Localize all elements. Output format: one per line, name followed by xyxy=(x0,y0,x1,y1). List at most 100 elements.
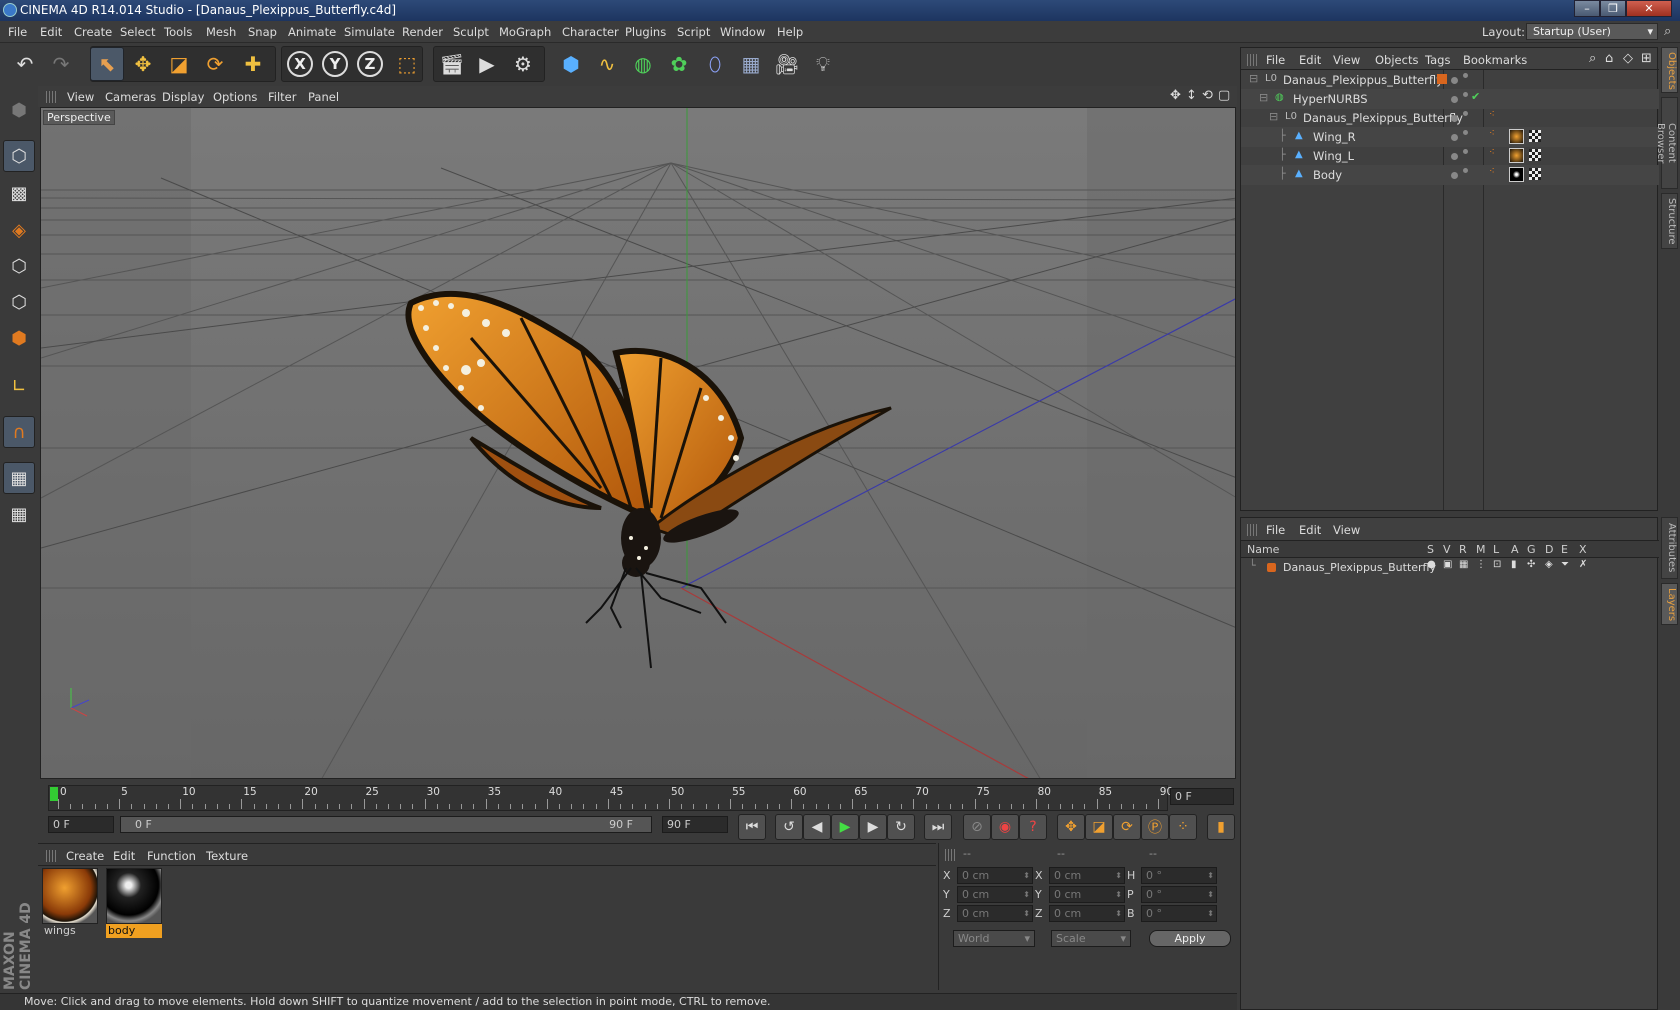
minimize-button[interactable]: – xyxy=(1574,0,1600,17)
generators-toggle-icon[interactable]: ✣ xyxy=(1527,559,1535,570)
column-v[interactable]: V xyxy=(1443,543,1451,556)
viewport-menu-display[interactable]: Display xyxy=(162,90,204,104)
column-a[interactable]: A xyxy=(1511,543,1519,556)
object-row[interactable]: ⊟ L0 Danaus_Plexippus_Butterfly ⁖ xyxy=(1241,108,1659,128)
material-tag-icon[interactable] xyxy=(1509,148,1524,163)
key-position-button[interactable]: ✥ xyxy=(1057,814,1085,840)
layer-menu-file[interactable]: File xyxy=(1266,523,1285,537)
coordinate-system-select[interactable]: World ▾ xyxy=(953,930,1035,947)
move-tool-button[interactable]: ✥ xyxy=(126,47,160,81)
menu-render[interactable]: Render xyxy=(402,25,443,39)
preview-end-field[interactable]: 90 F xyxy=(662,816,728,833)
stepper-icon[interactable]: ⬍ xyxy=(1023,887,1030,902)
key-scale-button[interactable]: ◪ xyxy=(1085,814,1113,840)
model-mode-button[interactable]: ⬡ xyxy=(3,140,35,172)
stepper-icon[interactable]: ⬍ xyxy=(1115,887,1122,902)
column-e[interactable]: E xyxy=(1561,543,1568,556)
material-tag-icon[interactable] xyxy=(1509,167,1524,182)
render-visibility-dot[interactable] xyxy=(1463,149,1468,154)
size-field[interactable]: 0 cm ⬍ xyxy=(1049,867,1125,884)
points-mode-button[interactable]: ⬡ xyxy=(3,250,35,282)
viewport-perspective[interactable]: Perspective xyxy=(40,107,1236,779)
planar-workplane-button[interactable]: ▦ xyxy=(3,498,35,530)
polygons-mode-button[interactable]: ⬢ xyxy=(3,322,35,354)
solo-toggle-icon[interactable]: ● xyxy=(1427,559,1436,570)
layer-tag-icon[interactable]: ⁖ xyxy=(1489,128,1495,139)
object-row[interactable]: ├ ▲ Body ⁖ xyxy=(1241,165,1659,185)
viewport-menu-cameras[interactable]: Cameras xyxy=(105,90,156,104)
material-menu-create[interactable]: Create xyxy=(66,849,104,863)
live-selection-button[interactable]: ⬉ xyxy=(90,47,124,81)
previous-key-button[interactable]: ↺ xyxy=(775,814,803,840)
redo-button[interactable]: ↷ xyxy=(44,47,78,81)
layer-tag-icon[interactable]: ⁖ xyxy=(1489,109,1495,120)
make-editable-button[interactable]: ⬢ xyxy=(3,94,35,126)
array-button[interactable]: ✿ xyxy=(662,47,696,81)
layer-tag-icon[interactable]: ⁖ xyxy=(1489,147,1495,158)
material-body[interactable]: body xyxy=(106,868,162,940)
key-rotation-button[interactable]: ⟳ xyxy=(1113,814,1141,840)
playhead[interactable] xyxy=(50,787,58,801)
key-pla-button[interactable]: ⁘ xyxy=(1169,814,1197,840)
move-view-icon[interactable]: ✥ xyxy=(1170,88,1181,103)
menu-select[interactable]: Select xyxy=(120,25,155,39)
material-menu-edit[interactable]: Edit xyxy=(113,849,135,863)
rotation-field[interactable]: 0 ° ⬍ xyxy=(1141,905,1217,922)
uvw-tag-icon[interactable] xyxy=(1529,149,1541,161)
menu-snap[interactable]: Snap xyxy=(248,25,277,39)
enabled-check-icon[interactable]: ✔ xyxy=(1471,90,1480,103)
axis-mode-button[interactable]: ∟ xyxy=(3,370,35,402)
uvw-tag-icon[interactable] xyxy=(1529,130,1541,142)
layer-menu-edit[interactable]: Edit xyxy=(1299,523,1321,537)
object-menu-bookmarks[interactable]: Bookmarks xyxy=(1463,53,1527,67)
tab-layers[interactable]: Layers xyxy=(1661,583,1678,625)
menu-tools[interactable]: Tools xyxy=(164,25,192,39)
timeline-button[interactable]: ▮ xyxy=(1207,814,1235,840)
undo-button[interactable]: ↶ xyxy=(8,47,42,81)
material-tag-icon[interactable] xyxy=(1509,129,1524,144)
object-menu-objects[interactable]: Objects xyxy=(1375,53,1418,67)
manager-toggle-icon[interactable]: ⋮ xyxy=(1476,559,1486,570)
object-menu-view[interactable]: View xyxy=(1333,53,1360,67)
autokeying-button[interactable]: ◉ xyxy=(991,814,1019,840)
texture-mode-button[interactable]: ▩ xyxy=(3,177,35,209)
keyframe-selection-button[interactable]: ? xyxy=(1019,814,1047,840)
collapse-icon[interactable]: ⊟ xyxy=(1269,110,1278,123)
collapse-icon[interactable]: ⊟ xyxy=(1259,91,1268,104)
current-frame-field[interactable]: 0 F xyxy=(1170,788,1234,805)
add-tool-button[interactable]: ✚ xyxy=(236,47,270,81)
light-button[interactable]: 💡︎ xyxy=(806,47,840,81)
nurbs-button[interactable]: ◍ xyxy=(626,47,660,81)
editor-visibility-dot[interactable] xyxy=(1451,96,1458,103)
record-active-button[interactable]: ⊘ xyxy=(963,814,991,840)
editor-visibility-dot[interactable] xyxy=(1451,134,1458,141)
layer-menu-view[interactable]: View xyxy=(1333,523,1360,537)
render-visibility-dot[interactable] xyxy=(1463,168,1468,173)
menu-window[interactable]: Window xyxy=(720,25,765,39)
close-button[interactable]: ✕ xyxy=(1626,0,1672,17)
edges-mode-button[interactable]: ⬡ xyxy=(3,286,35,318)
z-axis-button[interactable]: Z xyxy=(353,47,387,81)
position-field[interactable]: 0 cm ⬍ xyxy=(957,886,1033,903)
material-menu-texture[interactable]: Texture xyxy=(206,849,248,863)
maximize-view-icon[interactable]: ▢ xyxy=(1218,88,1230,103)
menu-simulate[interactable]: Simulate xyxy=(344,25,395,39)
layout-select[interactable]: Startup (User) ▾ xyxy=(1526,23,1658,40)
layer-tag-icon[interactable]: ⁖ xyxy=(1489,166,1495,177)
column-l[interactable]: L xyxy=(1493,543,1499,556)
home-icon[interactable]: ⌂ xyxy=(1605,51,1613,66)
viewport-menu-filter[interactable]: Filter xyxy=(268,90,296,104)
preview-start-field[interactable]: 0 F xyxy=(48,816,114,833)
play-button[interactable]: ▶ xyxy=(831,814,859,840)
menu-mograph[interactable]: MoGraph xyxy=(499,25,551,39)
object-row[interactable]: ├ ▲ Wing_L ⁖ xyxy=(1241,146,1659,166)
editor-visibility-dot[interactable] xyxy=(1451,77,1458,84)
viewport-menu-view[interactable]: View xyxy=(67,90,94,104)
x-axis-button[interactable]: X xyxy=(283,47,317,81)
menu-help[interactable]: Help xyxy=(777,25,803,39)
expressions-toggle-icon[interactable]: ⏷ xyxy=(1561,559,1569,570)
key-parameter-button[interactable]: Ⓟ xyxy=(1141,814,1169,840)
zoom-view-icon[interactable]: ↕ xyxy=(1186,88,1197,103)
column-x[interactable]: X xyxy=(1579,543,1587,556)
menu-character[interactable]: Character xyxy=(562,25,619,39)
